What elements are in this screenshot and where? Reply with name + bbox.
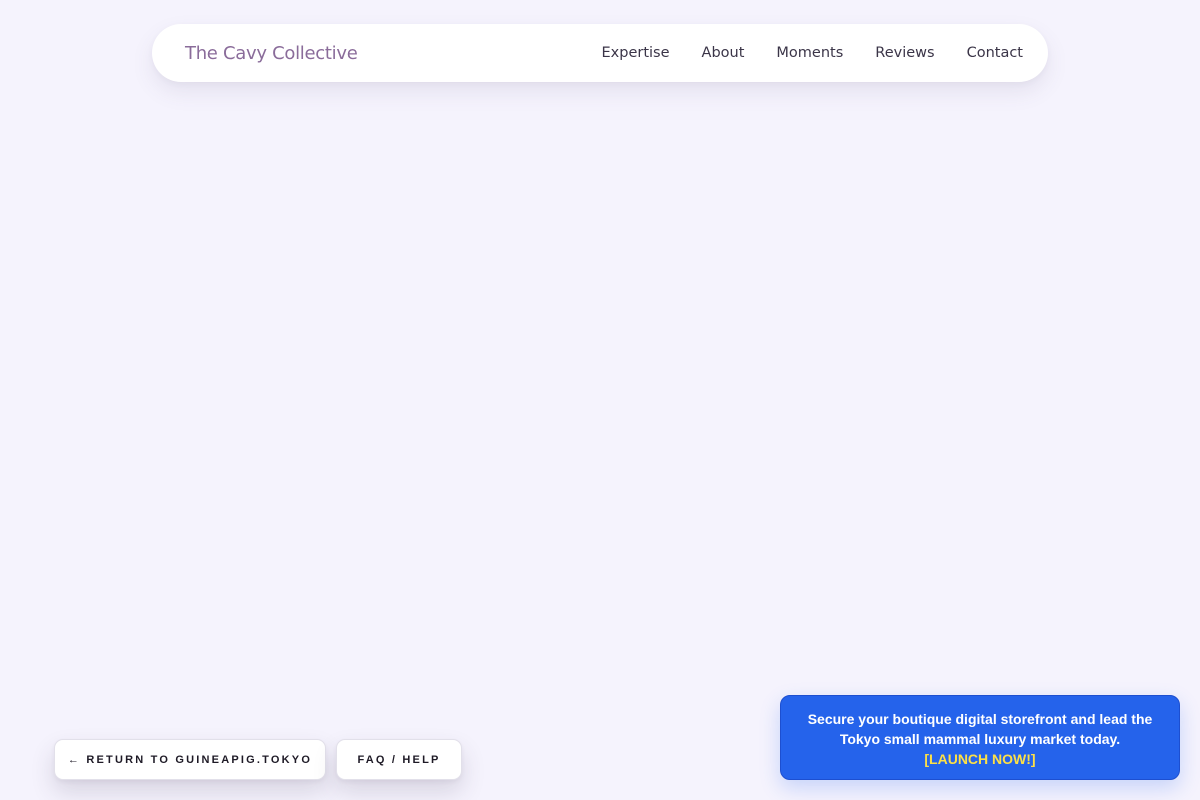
nav-link-expertise[interactable]: Expertise [602,45,670,61]
return-to-site-button[interactable]: ← RETURN TO GUINEAPIG.TOKYO [54,739,326,780]
nav-link-moments[interactable]: Moments [776,45,843,61]
nav-link-contact[interactable]: Contact [967,45,1023,61]
faq-help-button[interactable]: FAQ / HELP [336,739,462,780]
nav-link-reviews[interactable]: Reviews [875,45,934,61]
promo-message: Secure your boutique digital storefront … [807,711,1153,747]
brand-logo-link[interactable]: The Cavy Collective [185,43,358,64]
main-nav: Expertise About Moments Reviews Contact [602,45,1023,61]
launch-now-link[interactable]: [LAUNCH NOW!] [924,751,1035,767]
promo-banner: Secure your boutique digital storefront … [780,695,1180,780]
nav-link-about[interactable]: About [702,45,745,61]
top-navbar: The Cavy Collective Expertise About Mome… [152,24,1048,82]
